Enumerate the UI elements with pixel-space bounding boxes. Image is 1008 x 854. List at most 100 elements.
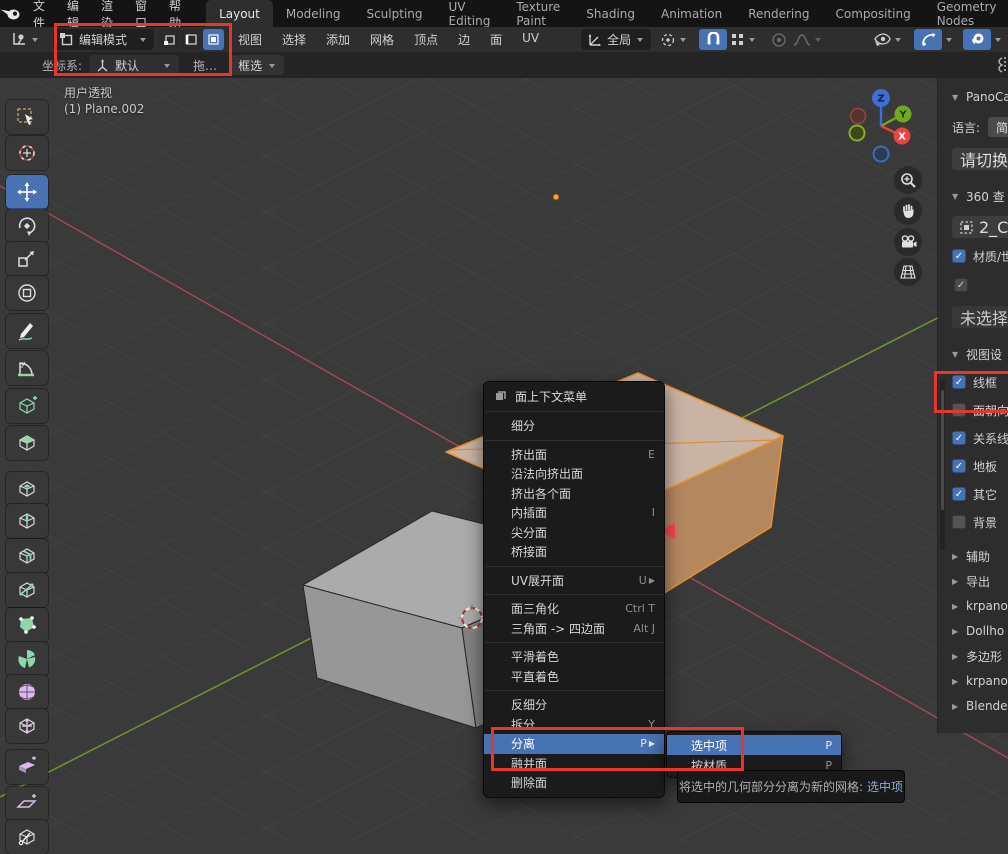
collapsed-section-15[interactable]: ▶辅助 <box>952 546 1008 566</box>
menu-item-20[interactable]: 拆分Y <box>484 715 664 735</box>
workspace-tab-rendering[interactable]: Rendering <box>735 0 822 27</box>
checkbox-row-12[interactable]: ✓地板 <box>952 456 1008 476</box>
zoom-button[interactable] <box>894 166 922 194</box>
header-menu-1[interactable]: 选择 <box>272 31 316 48</box>
menu-item-13[interactable]: 面三角化Ctrl T <box>484 599 664 619</box>
sidebar-section-header[interactable]: ▼视图设 <box>952 344 1008 364</box>
checkbox-row-14[interactable]: 背景 <box>952 512 1008 532</box>
show-hide-dropdown[interactable] <box>870 29 906 50</box>
checkbox-checked[interactable]: ✓ <box>952 487 966 501</box>
blender-logo-icon[interactable] <box>0 0 22 27</box>
menu-item-8[interactable]: 尖分面 <box>484 523 664 543</box>
add-cube-tool[interactable] <box>6 389 48 423</box>
workspace-tab-modeling[interactable]: Modeling <box>273 0 354 27</box>
menu-item-16[interactable]: 平滑着色 <box>484 647 664 667</box>
collapsed-section-20[interactable]: ▶krpano <box>952 671 1008 691</box>
workspace-tab-layout[interactable]: Layout <box>206 0 273 27</box>
checkbox-row-5[interactable]: ✓材质/世界 <box>952 246 1008 266</box>
menu-item-6[interactable]: 挤出各个面 <box>484 484 664 504</box>
scale-tool[interactable] <box>6 242 48 276</box>
camera-object-field[interactable]: 2_CAM <box>952 216 1008 238</box>
header-menu-7[interactable]: UV <box>512 31 549 48</box>
menu-item-23[interactable]: 删除面 <box>484 773 664 793</box>
axis-neg-y-ball[interactable] <box>850 126 865 141</box>
collapsed-section-16[interactable]: ▶导出 <box>952 571 1008 591</box>
header-menu-3[interactable]: 网格 <box>360 31 404 48</box>
checkbox-row-13[interactable]: ✓其它 <box>952 484 1008 504</box>
cursor-tool[interactable] <box>6 136 48 170</box>
collapsed-section-19[interactable]: ▶多边形 <box>952 646 1008 666</box>
overlays-dropdown[interactable] <box>991 29 1006 50</box>
smooth-tool[interactable] <box>6 675 48 709</box>
workspace-tab-animation[interactable]: Animation <box>648 0 735 27</box>
extrude-region-tool[interactable] <box>6 426 48 460</box>
proportional-falloff-dropdown[interactable] <box>790 29 826 50</box>
menu-item-7[interactable]: 内插面I <box>484 503 664 523</box>
transform-orientation-dropdown[interactable]: 全局 <box>581 29 651 50</box>
gizmos-dropdown[interactable] <box>942 29 957 50</box>
camera-view-button[interactable] <box>894 228 922 256</box>
transform-tool[interactable] <box>6 276 48 310</box>
checkbox-checked[interactable]: ✓ <box>952 249 966 263</box>
menu-item-17[interactable]: 平直着色 <box>484 667 664 687</box>
edge-slide-tool[interactable] <box>6 709 48 743</box>
menu-item-14[interactable]: 三角面 -> 四边面Alt J <box>484 619 664 639</box>
loop-cut-tool[interactable] <box>6 539 48 573</box>
checkbox-row-10[interactable]: 面朝向 <box>952 400 1008 420</box>
toggle-ortho-button[interactable] <box>894 258 922 286</box>
sub-checkbox-row[interactable]: ✓ <box>952 274 1008 296</box>
shrink-fatten-tool[interactable] <box>6 750 48 784</box>
header-menu-5[interactable]: 边 <box>448 31 480 48</box>
measure-tool[interactable] <box>6 351 48 385</box>
workspace-tab-shading[interactable]: Shading <box>573 0 648 27</box>
box-select-dropdown[interactable]: 框选 <box>231 55 284 75</box>
collapsed-section-18[interactable]: ▶Dollho <box>952 621 1008 641</box>
gizmos-toggle-button[interactable] <box>914 29 942 50</box>
snap-toggle-button[interactable] <box>699 29 727 50</box>
checkbox-unchecked[interactable] <box>952 403 966 417</box>
axis-neg-x-ball[interactable] <box>851 109 866 124</box>
pan-hand-button[interactable] <box>894 197 922 225</box>
menu-item-21[interactable]: 分离P▶ <box>484 734 664 754</box>
coord-system-dropdown[interactable]: 默认 <box>89 55 179 75</box>
submenu-item-0[interactable]: 选中项P <box>667 735 841 755</box>
topbar-menu-4[interactable]: 帮助 <box>158 0 192 27</box>
checkbox-checked[interactable]: ✓ <box>952 375 966 389</box>
header-menu-4[interactable]: 顶点 <box>404 31 448 48</box>
vertex-select-mode-button[interactable] <box>159 29 180 50</box>
checkbox-checked[interactable]: ✓ <box>952 431 966 445</box>
workspace-tab-compositing[interactable]: Compositing <box>822 0 923 27</box>
menu-item-5[interactable]: 沿法向挤出面 <box>484 464 664 484</box>
overlays-toggle-button[interactable] <box>963 29 991 50</box>
spin-tool[interactable] <box>6 642 48 676</box>
checkbox-unchecked[interactable] <box>952 515 966 529</box>
topbar-menu-0[interactable]: 文件 <box>22 0 56 27</box>
checkbox-checked[interactable]: ✓ <box>952 459 966 473</box>
topbar-menu-1[interactable]: 编辑 <box>56 0 90 27</box>
poly-build-tool[interactable] <box>6 608 48 642</box>
box-select-tool[interactable] <box>6 100 48 134</box>
menu-item-19[interactable]: 反细分 <box>484 695 664 715</box>
inset-faces-tool[interactable] <box>6 472 48 506</box>
menu-item-11[interactable]: UV展开面U▶ <box>484 571 664 591</box>
annotate-tool[interactable] <box>6 314 48 348</box>
bevel-tool[interactable] <box>6 504 48 538</box>
collapsed-section-17[interactable]: ▶krpano <box>952 596 1008 616</box>
menu-item-9[interactable]: 桥接面 <box>484 542 664 562</box>
workspace-tab-texture-paint[interactable]: Texture Paint <box>503 0 573 27</box>
sidebar-panel-header[interactable]: ▼PanoCam <box>952 86 1008 108</box>
workspace-tab-uv-editing[interactable]: UV Editing <box>436 0 504 27</box>
editor-type-button[interactable] <box>8 29 43 50</box>
rip-region-tool[interactable] <box>6 820 48 854</box>
menu-item-22[interactable]: 融并面 <box>484 754 664 774</box>
snap-settings-dropdown[interactable] <box>727 29 760 50</box>
header-menu-6[interactable]: 面 <box>480 31 512 48</box>
move-tool[interactable] <box>6 175 48 209</box>
navigation-gizmo[interactable]: Z Y X <box>846 86 922 170</box>
edge-select-mode-button[interactable] <box>181 29 202 50</box>
language-field[interactable]: 简 <box>988 117 1008 137</box>
switch-button[interactable]: 请切换到对 <box>952 148 1008 170</box>
checkbox-row-11[interactable]: ✓关系线 <box>952 428 1008 448</box>
checkbox-checked-gray[interactable]: ✓ <box>954 278 968 292</box>
workspace-tab-sculpting[interactable]: Sculpting <box>353 0 435 27</box>
